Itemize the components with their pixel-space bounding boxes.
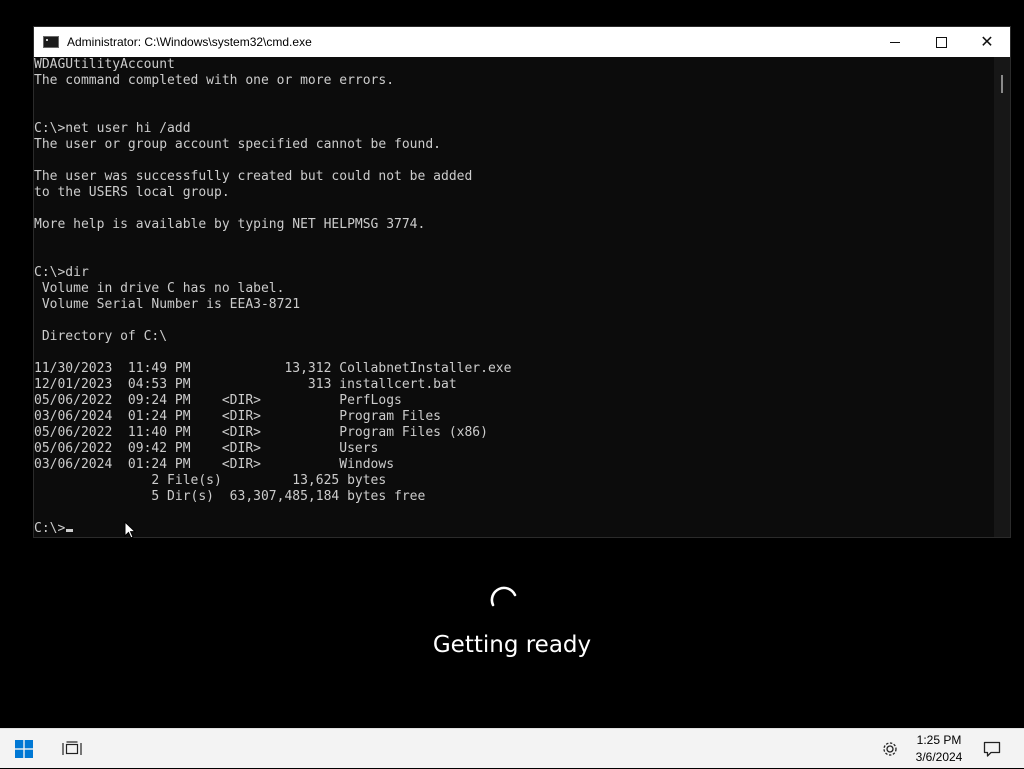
notification-center-button[interactable] [975, 729, 1009, 769]
taskbar: 1:25 PM 3/6/2024 [0, 728, 1024, 768]
console-line: C:\>dir [34, 265, 89, 280]
console-line: 5 Dir(s) 63,307,485,184 bytes free [34, 489, 426, 504]
notification-icon [983, 741, 1001, 757]
close-button[interactable]: ✕ [964, 27, 1010, 57]
console-line: Volume Serial Number is EEA3-8721 [34, 297, 301, 312]
task-view-button[interactable] [54, 729, 90, 769]
console-line: More help is available by typing NET HEL… [34, 217, 426, 232]
cmd-icon [43, 36, 59, 48]
maximize-button[interactable] [918, 27, 964, 57]
console-line: Volume in drive C has no label. [34, 281, 285, 296]
taskbar-clock[interactable]: 1:25 PM 3/6/2024 [906, 732, 972, 766]
maximize-icon [935, 36, 947, 48]
console-line: 05/06/2022 09:42 PM <DIR> Users [34, 441, 379, 456]
window-title: Administrator: C:\Windows\system32\cmd.e… [67, 35, 312, 49]
console-line: Directory of C:\ [34, 329, 168, 344]
console-output[interactable]: WDAGUtilityAccount The command completed … [34, 57, 995, 537]
clock-date: 3/6/2024 [915, 750, 963, 764]
console-line: C:\>net user hi /add [34, 121, 191, 136]
gear-icon [883, 742, 897, 756]
clock-time: 1:25 PM [916, 733, 962, 747]
console-line: 05/06/2022 11:40 PM <DIR> Program Files … [34, 425, 488, 440]
console-line: The user or group account specified cann… [34, 137, 441, 152]
window-titlebar[interactable]: Administrator: C:\Windows\system32\cmd.e… [34, 27, 1010, 57]
minimize-icon [890, 41, 900, 43]
console-line: to the USERS local group. [34, 185, 230, 200]
console-scrollbar[interactable] [994, 57, 1010, 537]
console-text: WDAGUtilityAccount The command completed … [34, 57, 995, 521]
minimize-button[interactable] [872, 27, 918, 57]
mouse-pointer-icon [124, 521, 136, 539]
console-line: 05/06/2022 09:24 PM <DIR> PerfLogs [34, 393, 402, 408]
console-prompt: C:\> [34, 521, 66, 536]
settings-tray-button[interactable] [873, 729, 907, 769]
console-line: 2 File(s) 13,625 bytes [34, 473, 387, 488]
scrollbar-thumb[interactable] [1001, 75, 1003, 93]
text-cursor [66, 529, 74, 532]
close-icon: ✕ [980, 32, 994, 51]
console-line: 03/06/2024 01:24 PM <DIR> Program Files [34, 409, 441, 424]
console-line: 12/01/2023 04:53 PM 313 installcert.bat [34, 377, 457, 392]
console-prompt-line[interactable]: C:\> [34, 521, 995, 537]
getting-ready-text: Getting ready [432, 632, 592, 658]
spinner-icon [490, 586, 517, 607]
windows-start-icon [15, 740, 33, 758]
console-line: 03/06/2024 01:24 PM <DIR> Windows [34, 457, 395, 472]
console-line: 11/30/2023 11:49 PM 13,312 CollabnetInst… [34, 361, 512, 376]
cmd-window[interactable]: Administrator: C:\Windows\system32\cmd.e… [33, 26, 1011, 538]
start-button[interactable] [6, 729, 42, 769]
console-line: The command completed with one or more e… [34, 73, 395, 88]
console-line: WDAGUtilityAccount [34, 57, 175, 72]
task-view-icon [62, 741, 82, 755]
console-line: The user was successfully created but co… [34, 169, 473, 184]
